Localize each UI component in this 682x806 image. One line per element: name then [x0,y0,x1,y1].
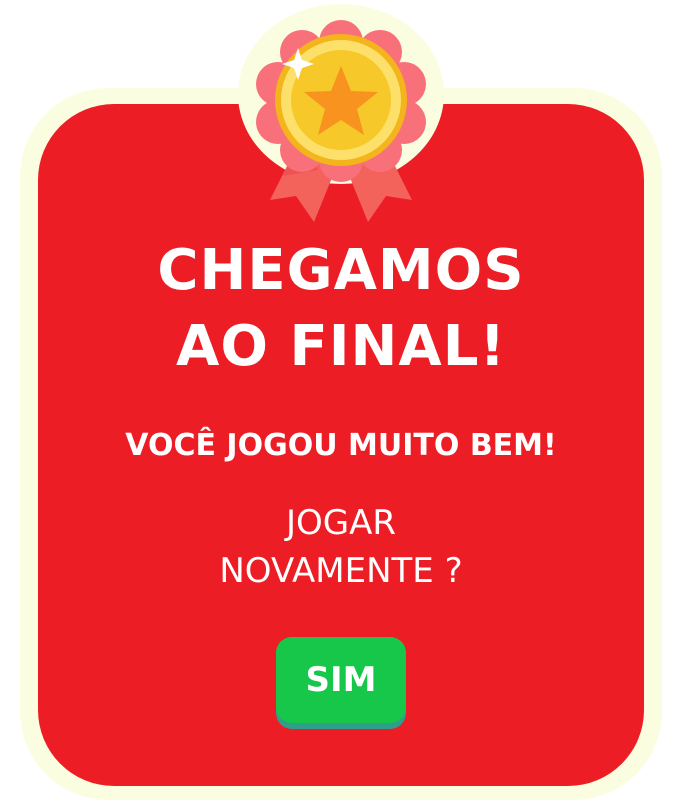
medal-star-icon [256,20,426,222]
subtitle: VOCÊ JOGOU MUITO BEM! [125,428,557,463]
title-line-1: CHEGAMOS [157,238,525,303]
game-over-screen: CHEGAMOS AO FINAL! VOCÊ JOGOU MUITO BEM!… [0,0,682,806]
play-again-question-line-1: JOGAR [285,503,397,543]
title-line-2: AO FINAL! [176,314,506,379]
yes-button-label: SIM [276,637,406,723]
yes-button[interactable]: SIM [276,637,406,729]
play-again-question-line-2: NOVAMENTE ? [219,551,463,591]
